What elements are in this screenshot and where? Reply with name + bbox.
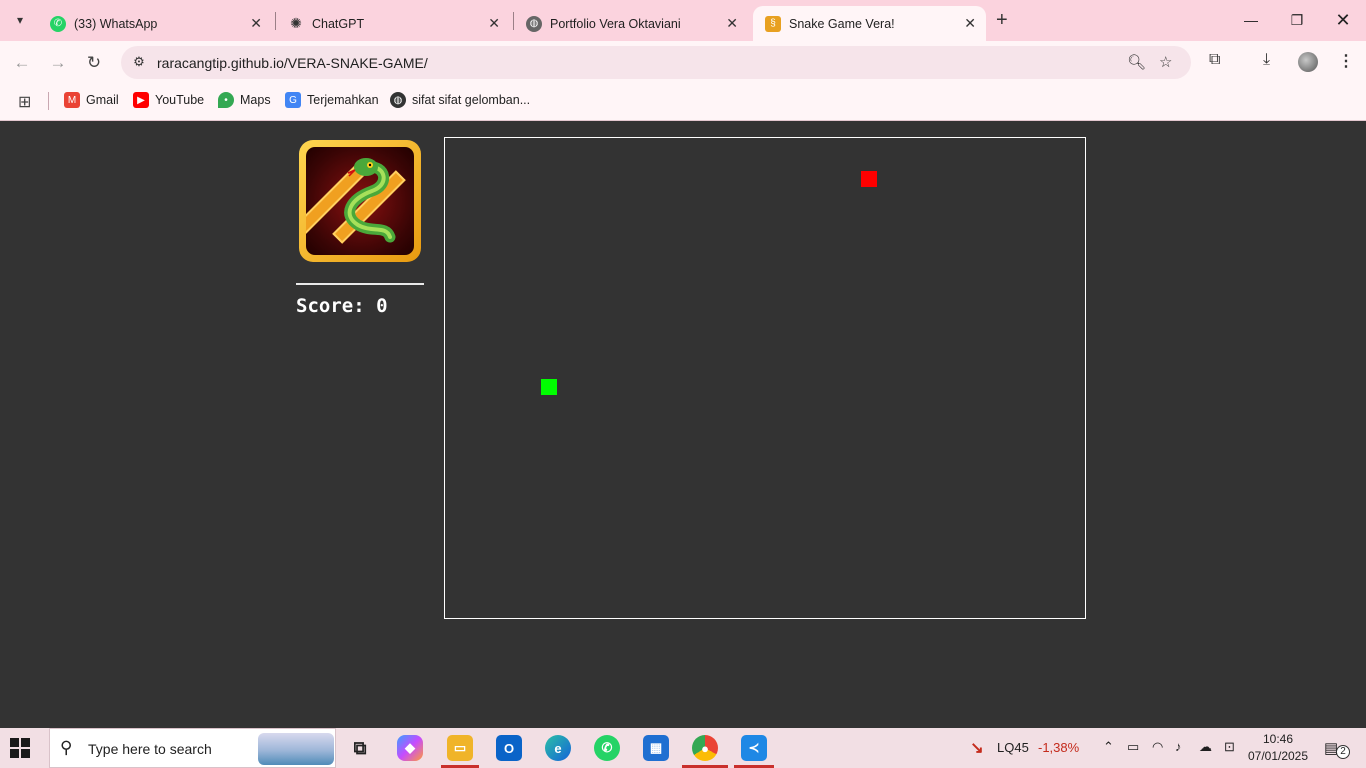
close-tab-icon[interactable]: ✕ [250,15,262,32]
bookmark-star-icon[interactable]: ☆ [1159,53,1172,71]
clock-date[interactable]: 07/01/2025 [1246,749,1310,763]
bookmark-label: YouTube [155,93,205,107]
chrome-icon[interactable]: ● [692,735,718,761]
menu-icon[interactable]: ⋮ [1338,51,1354,71]
snake-segment [541,379,557,395]
stock-name[interactable]: LQ45 [997,740,1029,755]
vscode-icon[interactable]: ≺ [741,735,767,761]
display-icon[interactable]: ⊡ [1224,739,1235,755]
food-block [861,171,877,187]
search-highlight-image [258,733,334,765]
snake-game-icon: § [765,15,781,32]
tab-title: ChatGPT [312,16,365,31]
globe-icon: ◍ [390,92,406,108]
taskbar: ⚲ Type here to search ⧉ ◆ ▭ O e ✆ ▦ ● ≺ … [0,728,1366,768]
search-placeholder: Type here to search [88,741,212,757]
url-text[interactable]: raracangtip.github.io/VERA-SNAKE-GAME/ [157,55,428,71]
clock-time[interactable]: 10:46 [1248,732,1308,746]
apps-grid-icon[interactable]: ⊞ [18,92,31,112]
bookmark-youtube[interactable]: ▶ YouTube [133,92,204,108]
translate-icon: G [285,92,301,108]
score-display: Score: 0 [296,295,388,317]
globe-icon: ◍ [526,15,542,32]
bookmark-sifat[interactable]: ◍ sifat sifat gelomban... [390,92,530,108]
notification-badge: 2 [1336,745,1350,759]
copilot-icon[interactable]: ◆ [397,735,423,761]
game-board[interactable] [444,137,1086,619]
tab-portfolio[interactable]: ◍ Portfolio Vera Oktaviani ✕ [514,6,748,41]
bookmark-label: sifat sifat gelomban... [412,93,531,107]
site-info-icon[interactable]: ⚙ [130,53,148,71]
whatsapp-icon[interactable]: ✆ [594,735,620,761]
chevron-up-icon[interactable]: ⌃ [1103,739,1114,755]
restore-button[interactable]: ❐ [1282,8,1312,32]
tab-search-button[interactable]: ▾ [6,7,34,33]
tab-snake-game[interactable]: § Snake Game Vera! ✕ [753,6,986,41]
bookmark-label: Maps [240,93,271,107]
gmail-icon: M [64,92,80,108]
bookmark-maps[interactable]: • Maps [218,92,271,108]
tab-title: Portfolio Vera Oktaviani [550,16,681,31]
outlook-icon[interactable]: O [496,735,522,761]
bookmark-gmail[interactable]: M Gmail [64,92,119,108]
close-tab-icon[interactable]: ✕ [488,15,500,32]
new-tab-button[interactable]: + [996,9,1008,32]
whatsapp-icon: ✆ [50,15,66,32]
tab-title: (33) WhatsApp [74,16,158,31]
chatgpt-icon: ✺ [290,15,302,31]
taskbar-search[interactable]: ⚲ Type here to search [49,728,336,768]
close-tab-icon[interactable]: ✕ [964,15,976,32]
bookmark-translate[interactable]: G Terjemahkan [285,92,379,108]
snake-icon [344,158,396,243]
tab-strip: ▾ ✆ (33) WhatsApp ✕ ✺ ChatGPT ✕ ◍ Portfo… [0,0,1366,41]
bookmarks-bar: ⊞ M Gmail ▶ YouTube • Maps G Terjemahkan… [0,83,1366,121]
browser-toolbar: ← → ↻ ⚙ raracangtip.github.io/VERA-SNAKE… [0,41,1366,83]
bookmark-label: Terjemahkan [307,93,379,107]
profile-avatar[interactable] [1298,52,1318,72]
youtube-icon: ▶ [133,92,149,108]
forward-button[interactable]: → [45,50,71,76]
task-view-icon[interactable]: ⧉ [347,735,373,761]
back-button[interactable]: ← [9,50,35,76]
volume-icon[interactable]: ♪ [1175,739,1182,754]
extensions-icon[interactable]: ⧉ [1209,51,1220,69]
tab-chatgpt[interactable]: ✺ ChatGPT ✕ [276,6,510,41]
search-icon: ⚲ [60,738,73,757]
snake-game-logo [299,140,421,262]
stock-change[interactable]: -1,38% [1038,740,1079,755]
wifi-icon[interactable]: ◠ [1152,739,1163,755]
score-divider [296,283,424,285]
file-explorer-icon[interactable]: ▭ [447,735,473,761]
minimize-button[interactable]: — [1236,8,1266,32]
store-icon[interactable]: ▦ [643,735,669,761]
download-icon[interactable]: ⤓ [1263,51,1270,69]
close-window-button[interactable]: ✕ [1328,8,1358,32]
windows-start-icon[interactable] [10,738,30,758]
onedrive-icon[interactable]: ☁ [1199,739,1212,755]
stock-chart-icon[interactable]: ↘ [964,735,990,761]
zoom-icon[interactable]: 🔍︎ [1127,53,1146,71]
edge-icon[interactable]: e [545,735,571,761]
tab-whatsapp[interactable]: ✆ (33) WhatsApp ✕ [38,6,272,41]
address-bar[interactable]: ⚙ raracangtip.github.io/VERA-SNAKE-GAME/… [121,46,1191,79]
maps-icon: • [218,92,234,108]
bookmark-separator [48,92,49,110]
bookmark-label: Gmail [86,93,119,107]
tab-title: Snake Game Vera! [789,16,895,31]
reload-button[interactable]: ↻ [81,50,107,76]
game-page: Score: 0 [0,121,1366,728]
battery-icon[interactable]: ▭ [1127,739,1139,755]
close-tab-icon[interactable]: ✕ [726,15,738,32]
